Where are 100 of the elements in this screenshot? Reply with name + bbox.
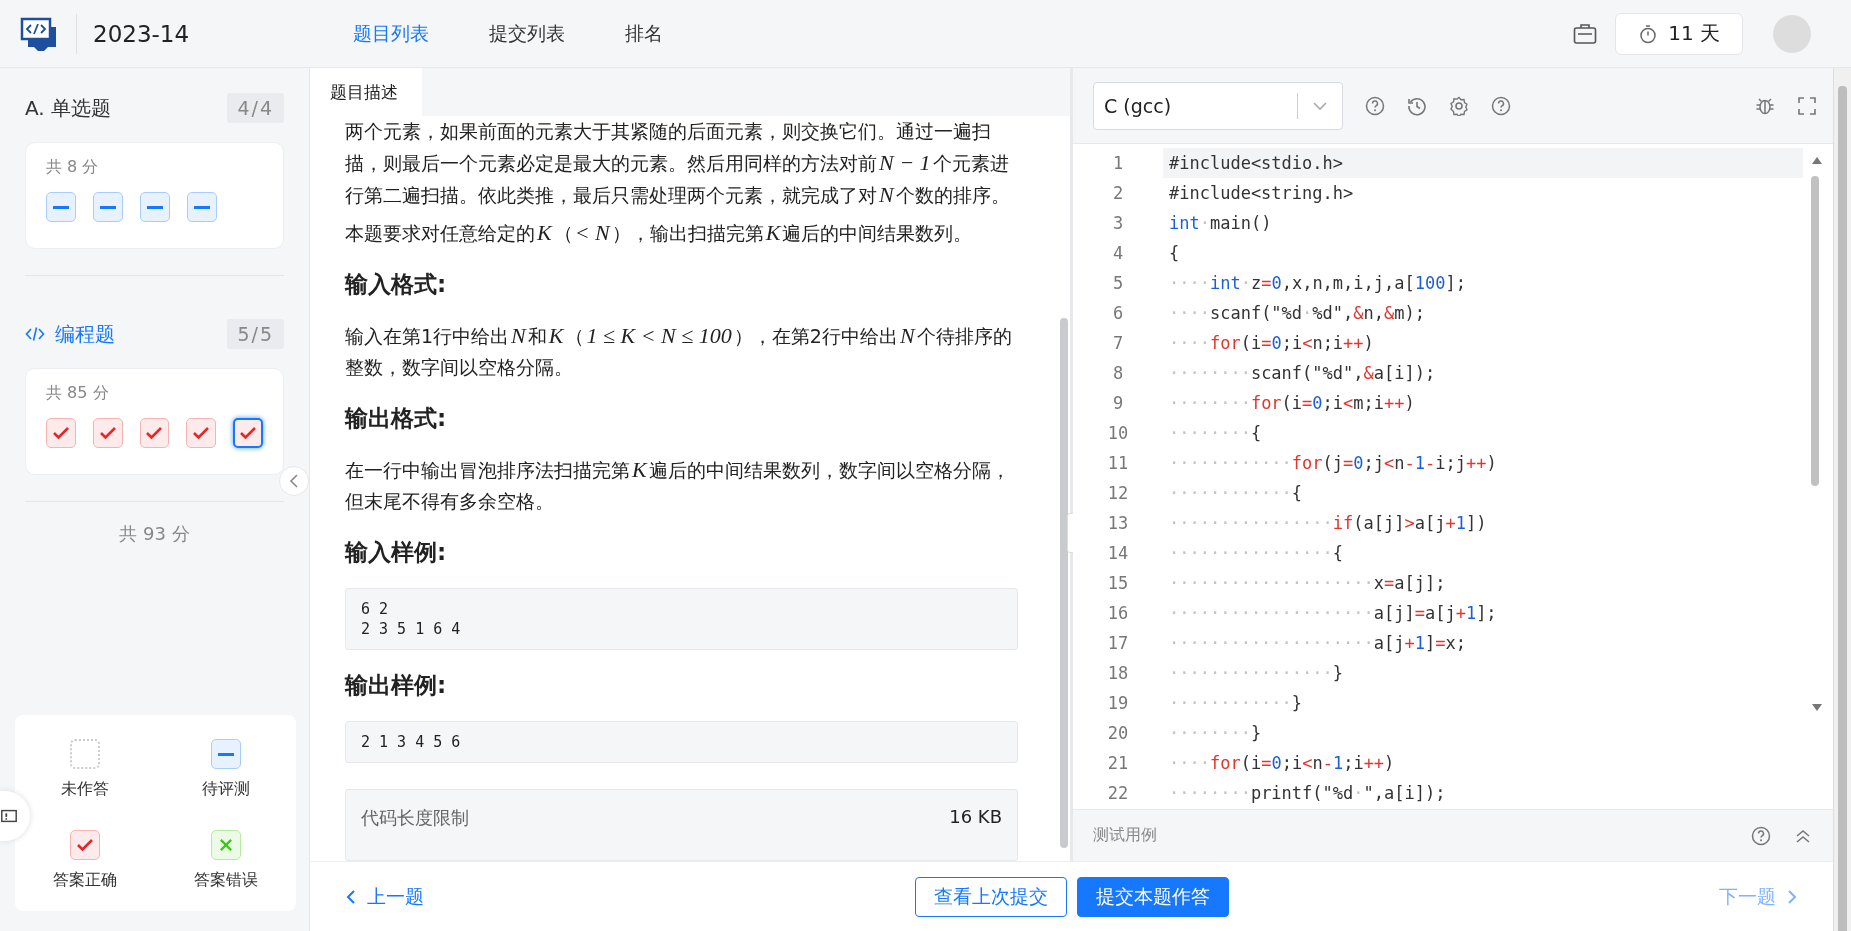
line-number: 7 [1111, 333, 1125, 353]
panel-tab[interactable]: 题目描述 [310, 68, 422, 116]
check-icon [240, 427, 257, 439]
legend-label: 待评测 [201, 779, 250, 800]
question-button[interactable] [140, 192, 170, 222]
question-button[interactable] [92, 418, 123, 448]
line-number: 8 [1111, 363, 1125, 383]
nav-tab[interactable]: 提交列表 [459, 0, 595, 68]
legend-swatch [70, 739, 101, 769]
description-paragraph: 本题要求对任意给定的K（< N），输出扫描完第K遍后的中间结果数列。 [345, 219, 974, 247]
check-icon [52, 427, 69, 439]
line-number: 18 [1106, 663, 1130, 683]
collapse-button[interactable] [279, 466, 309, 496]
scrollbar-thumb[interactable] [1060, 318, 1068, 848]
question-button[interactable] [139, 418, 170, 448]
code-line: ············{ [1168, 482, 1304, 505]
help-icon[interactable] [1751, 825, 1771, 846]
line-number: 19 [1106, 693, 1130, 713]
limit-value: 16 KB [949, 806, 1002, 829]
previous-link[interactable]: 上一题 [345, 883, 424, 910]
progress-count: 5/5 [227, 319, 284, 349]
help-icon[interactable] [1491, 95, 1511, 116]
code-line: { [1168, 242, 1181, 265]
code-line: ········printf("%d·",a[i]); [1168, 782, 1447, 805]
line-number: 4 [1111, 243, 1125, 263]
code-line: ····for(i=0;i<n;i++) [1168, 332, 1375, 355]
question-button[interactable] [187, 192, 217, 222]
code-icon [25, 326, 45, 342]
chevron-right-icon [1786, 889, 1798, 904]
code-line: ········scanf("%d",&a[i]); [1168, 362, 1437, 385]
code-line: ····················a[j]=a[j+1]; [1168, 602, 1498, 625]
check-icon [77, 839, 94, 851]
line-number: 5 [1111, 273, 1125, 293]
question-button[interactable] [233, 418, 263, 448]
code-line: ····for(i=0;i<n-1;i++) [1168, 752, 1396, 775]
line-number: 21 [1106, 753, 1130, 773]
fullscreen-icon[interactable] [1797, 95, 1817, 116]
legend-label: 答案错误 [193, 870, 258, 891]
section-heading: 输出样例: [345, 671, 448, 700]
line-number: 14 [1106, 543, 1130, 563]
line-number: 2 [1111, 183, 1125, 203]
description-paragraph: 两个元素，如果前面的元素大于其紧随的后面元素，则交换它们。通过一遍扫描，则最后一个元素必定是最大的元素。然后用同样的方法对前N − 1 个元素进行第二遍扫描。依此类推，最后只需处理两个元素，就完成了对N个数的排序。 [345, 119, 1011, 209]
code-line: #include<string.h> [1168, 182, 1355, 205]
description-paragraph: 在一行中输出冒泡排序法扫描完第K遍后的中间结果数列，数字间以空格分隔，但末尾不得有多余空格。 [345, 456, 1011, 514]
test-cases-label[interactable]: 测试用例 [1093, 825, 1729, 846]
section-heading: 输出格式: [345, 404, 448, 433]
description-paragraph: 输入在第1行中给出 N和K（1 ≤ K < N ≤ 100），在第2行中给出 N个待排序的整数，数字间以空格分隔。 [345, 322, 1013, 380]
limit-label: 代码长度限制 [361, 806, 469, 830]
settings-icon[interactable] [1449, 95, 1469, 116]
minus-icon [217, 752, 234, 756]
sample-line: 2 3 5 1 6 4 [361, 619, 462, 639]
chevron-left-icon [288, 474, 300, 488]
question-button[interactable] [186, 418, 217, 448]
question-button[interactable] [46, 192, 76, 222]
briefcase-icon[interactable] [1573, 22, 1598, 45]
nav-tab[interactable]: 排名 [595, 0, 693, 68]
code-line: ············for(j=0;j<n-1-i;j++) [1168, 452, 1498, 475]
help-icon[interactable] [1365, 95, 1385, 116]
line-number: 17 [1106, 633, 1130, 653]
line-number: 6 [1111, 303, 1125, 323]
next-link[interactable]: 下一题 [1719, 883, 1798, 910]
sample-line: 6 2 [361, 599, 390, 619]
minus-icon [194, 205, 210, 209]
scrollbar-thumb[interactable] [1838, 86, 1847, 931]
submit-button[interactable]: 提交本题作答 [1076, 876, 1229, 917]
code-line: ················{ [1168, 542, 1344, 565]
legend-label: 未作答 [61, 779, 110, 800]
history-icon[interactable] [1407, 95, 1427, 116]
section-heading: 输入格式: [345, 270, 448, 299]
nav-tab[interactable]: 题目列表 [313, 0, 459, 68]
minus-icon [147, 205, 163, 209]
bug-icon[interactable] [1755, 95, 1775, 116]
language-select[interactable]: C (gcc) [1093, 81, 1343, 130]
section-title[interactable]: A. 单选题 [25, 94, 112, 122]
code-line: ············} [1168, 692, 1304, 715]
view-last-button[interactable]: 查看上次提交 [914, 876, 1067, 917]
code-line: int·main() [1168, 212, 1273, 235]
scrollbar-thumb[interactable] [1811, 176, 1819, 486]
code-line: ················if(a[j]>a[j+1]) [1168, 512, 1488, 535]
sample-line: 2 1 3 4 5 6 [361, 732, 462, 752]
line-number: 22 [1106, 783, 1130, 803]
check-icon [146, 427, 163, 439]
legend-label: 答案正确 [53, 870, 118, 891]
question-button[interactable] [46, 418, 76, 448]
line-number: 12 [1106, 483, 1130, 503]
contest-title: 2023-14 [93, 20, 191, 47]
logo-icon [20, 16, 58, 51]
line-number: 10 [1106, 423, 1130, 443]
line-number: 16 [1106, 603, 1130, 623]
countdown-text: 11 天 [1668, 20, 1720, 47]
code-line: ····················x=a[j]; [1168, 572, 1447, 595]
line-number: 3 [1111, 213, 1125, 233]
section-title[interactable]: 编程题 [55, 320, 115, 348]
line-number: 11 [1106, 453, 1130, 473]
stopwatch-icon [1638, 23, 1659, 44]
section-heading: 输入样例: [345, 538, 448, 567]
code-line: ····················a[j+1]=x; [1168, 632, 1467, 655]
code-line: ········for(i=0;i<m;i++) [1168, 392, 1416, 415]
question-button[interactable] [93, 192, 123, 222]
score-text: 共 85 分 [46, 383, 110, 404]
